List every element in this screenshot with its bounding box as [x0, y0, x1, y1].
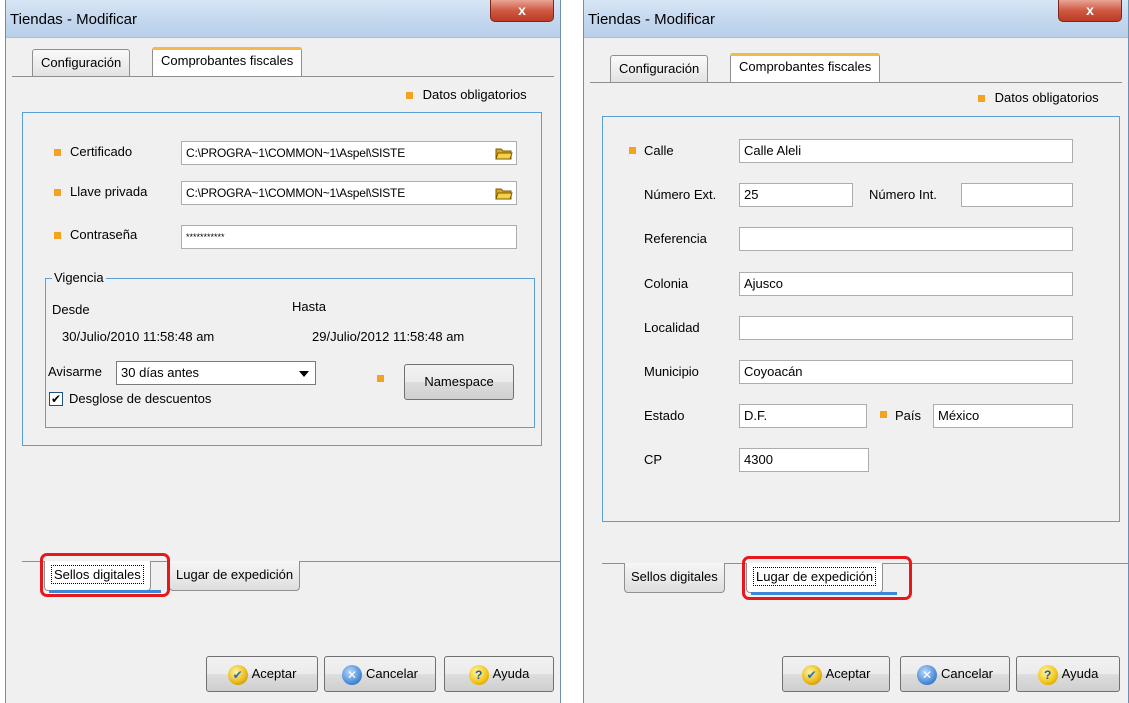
cancelar-button[interactable]: ✕ Cancelar — [324, 656, 436, 692]
window-sellos-digitales: Tiendas - Modificar x Configuración Comp… — [5, 0, 561, 703]
colonia-label: Colonia — [644, 276, 689, 291]
cancel-icon: ✕ — [916, 664, 937, 685]
desde-value: 30/Julio/2010 11:58:48 am — [62, 329, 215, 344]
ayuda-button[interactable]: ? Ayuda — [1016, 656, 1120, 692]
llave-privada-field[interactable]: C:\PROGRA~1\COMMON~1\Aspel\SISTE — [181, 181, 517, 205]
municipio-field[interactable]: Coyoacán — [739, 360, 1073, 384]
required-note: Datos obligatorios — [406, 87, 527, 102]
estado-label: Estado — [644, 408, 685, 423]
municipio-label: Municipio — [644, 364, 699, 379]
hasta-label: Hasta — [292, 299, 326, 314]
title-bar: Tiendas - Modificar x — [6, 0, 560, 38]
numero-int-label: Número Int. — [869, 187, 937, 202]
tab-strip-line — [12, 76, 554, 77]
estado-field[interactable]: D.F. — [739, 404, 867, 428]
cp-field[interactable]: 4300 — [739, 448, 869, 472]
required-note: Datos obligatorios — [978, 90, 1099, 105]
avisarme-value: 30 días antes — [121, 365, 200, 380]
required-note-label: Datos obligatorios — [994, 90, 1099, 105]
ayuda-button[interactable]: ? Ayuda — [444, 656, 554, 692]
aceptar-label: Aceptar — [251, 666, 297, 681]
help-icon: ? — [468, 664, 489, 685]
required-marker-icon — [377, 375, 384, 382]
numero-int-field[interactable] — [961, 183, 1073, 207]
cancel-icon: ✕ — [341, 664, 362, 685]
contrasena-label: Contraseña — [70, 227, 138, 242]
hasta-value: 29/Julio/2012 11:58:48 am — [312, 329, 465, 344]
contrasena-field[interactable]: *********** — [181, 225, 517, 249]
pais-field[interactable]: México — [933, 404, 1073, 428]
aceptar-button[interactable]: ✔ Aceptar — [206, 656, 318, 692]
pais-label: País — [895, 408, 922, 423]
desglose-checkbox[interactable]: ✔ — [49, 392, 63, 406]
cancelar-label: Cancelar — [940, 666, 994, 681]
chevron-down-icon — [299, 371, 309, 377]
aceptar-label: Aceptar — [825, 666, 871, 681]
required-marker-icon — [978, 95, 985, 103]
required-marker-icon — [54, 189, 61, 196]
colonia-field[interactable]: Ajusco — [739, 272, 1073, 296]
desglose-label: Desglose de descuentos — [69, 391, 212, 406]
folder-open-icon[interactable] — [495, 186, 513, 200]
vigencia-legend: Vigencia — [52, 270, 106, 285]
window-lugar-expedicion: Tiendas - Modificar x Configuración Comp… — [583, 0, 1129, 703]
desde-label: Desde — [52, 302, 90, 317]
tab-lugar-expedicion[interactable]: Lugar de expedición — [169, 561, 301, 591]
check-icon: ✔ — [801, 664, 822, 685]
referencia-field[interactable] — [739, 227, 1073, 251]
avisarme-dropdown[interactable]: 30 días antes — [116, 361, 316, 385]
window-title: Tiendas - Modificar — [588, 11, 715, 28]
required-marker-icon — [880, 411, 887, 418]
tab-comprobantes-fiscales[interactable]: Comprobantes fiscales — [152, 47, 303, 76]
cp-label: CP — [644, 452, 663, 467]
tab-comprobantes-fiscales[interactable]: Comprobantes fiscales — [730, 53, 881, 82]
certificado-label: Certificado — [70, 144, 133, 159]
title-bar: Tiendas - Modificar x — [584, 0, 1128, 38]
highlight-box — [742, 556, 912, 600]
sellos-panel: Certificado C:\PROGRA~1\COMMON~1\Aspel\S… — [22, 112, 542, 446]
check-icon: ✔ — [227, 664, 248, 685]
numero-ext-label: Número Ext. — [644, 187, 717, 202]
llave-privada-value: C:\PROGRA~1\COMMON~1\Aspel\SISTE — [186, 186, 405, 200]
required-marker-icon — [406, 92, 413, 100]
localidad-label: Localidad — [644, 320, 700, 335]
tab-sellos-digitales[interactable]: Sellos digitales — [624, 563, 725, 593]
llave-privada-label: Llave privada — [70, 184, 148, 199]
tab-strip-line — [590, 82, 1122, 83]
folder-open-icon[interactable] — [495, 146, 513, 160]
calle-field[interactable]: Calle Aleli — [739, 139, 1073, 163]
close-button[interactable]: x — [490, 0, 554, 22]
aceptar-button[interactable]: ✔ Aceptar — [782, 656, 890, 692]
ayuda-label: Ayuda — [492, 666, 530, 681]
certificado-value: C:\PROGRA~1\COMMON~1\Aspel\SISTE — [186, 146, 405, 160]
help-icon: ? — [1037, 664, 1058, 685]
lugar-expedicion-panel: Calle Calle Aleli Número Ext. 25 Número … — [602, 116, 1120, 522]
referencia-label: Referencia — [644, 231, 707, 246]
required-marker-icon — [54, 232, 61, 239]
highlight-box — [40, 553, 170, 597]
ayuda-label: Ayuda — [1061, 666, 1099, 681]
tab-configuracion[interactable]: Configuración — [610, 55, 709, 82]
avisarme-label: Avisarme — [48, 364, 102, 379]
calle-label: Calle — [644, 143, 674, 158]
cancelar-button[interactable]: ✕ Cancelar — [900, 656, 1010, 692]
certificado-field[interactable]: C:\PROGRA~1\COMMON~1\Aspel\SISTE — [181, 141, 517, 165]
localidad-field[interactable] — [739, 316, 1073, 340]
close-button[interactable]: x — [1058, 0, 1122, 22]
required-marker-icon — [629, 147, 636, 154]
required-note-label: Datos obligatorios — [422, 87, 527, 102]
window-title: Tiendas - Modificar — [10, 11, 137, 28]
vigencia-group: Vigencia Desde Hasta 30/Julio/2010 11:58… — [45, 270, 535, 428]
required-marker-icon — [54, 149, 61, 156]
numero-ext-field[interactable]: 25 — [739, 183, 853, 207]
namespace-button[interactable]: Namespace — [404, 364, 514, 400]
cancelar-label: Cancelar — [365, 666, 419, 681]
tab-configuracion[interactable]: Configuración — [32, 49, 131, 76]
